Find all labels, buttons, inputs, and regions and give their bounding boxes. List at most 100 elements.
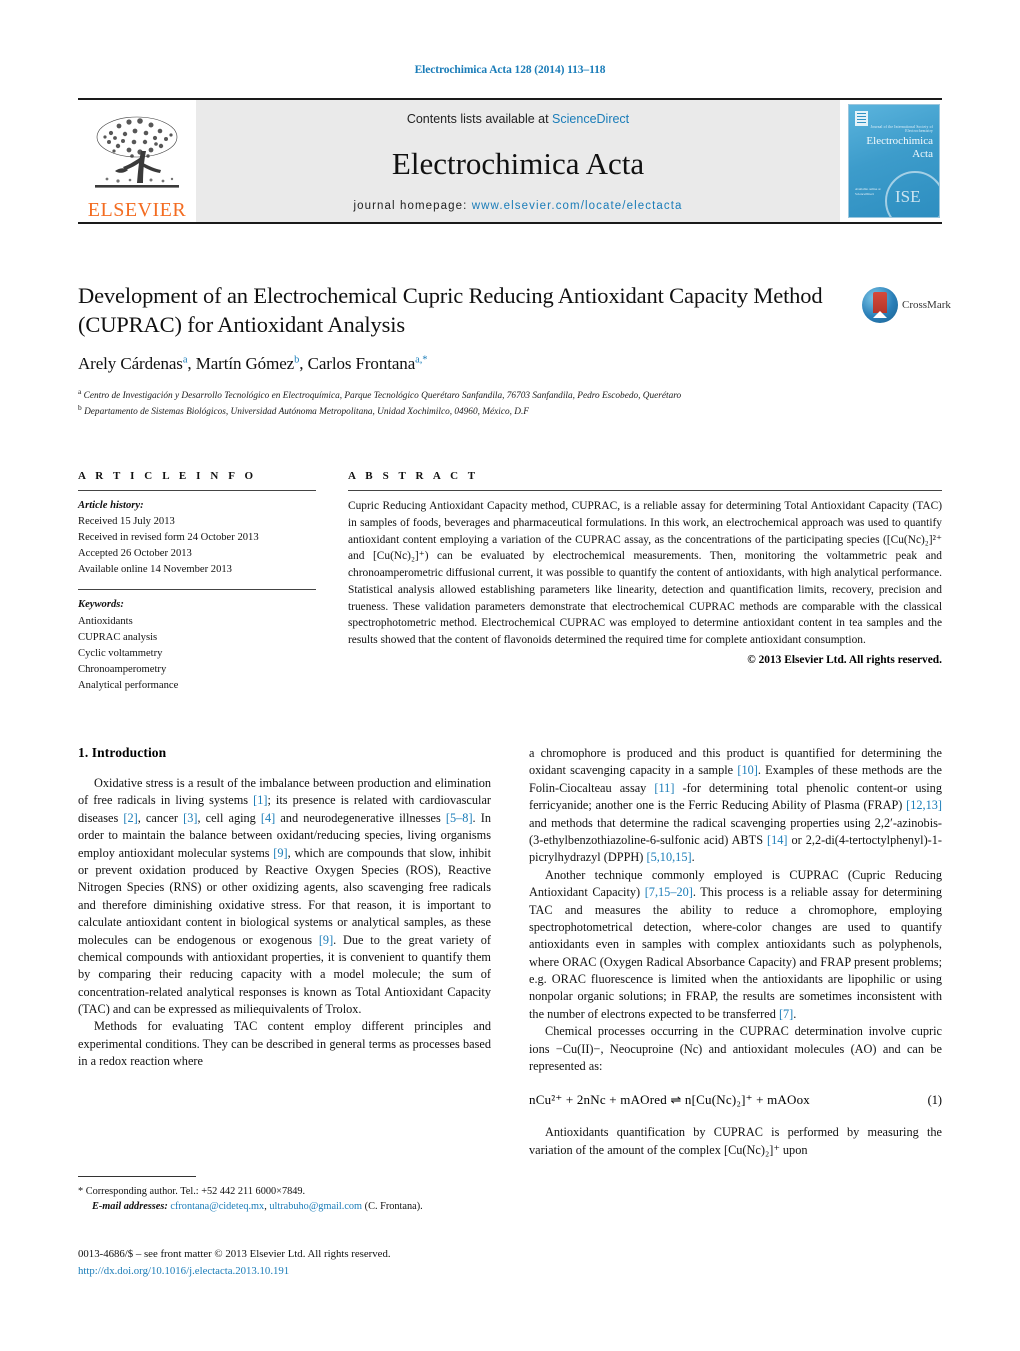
keyword-item: Antioxidants [78,615,133,627]
keyword-item: CUPRAC analysis [78,631,158,643]
doi-link[interactable]: http://dx.doi.org/10.1016/j.electacta.20… [78,1263,548,1280]
citation-ref[interactable]: [2] [123,811,137,825]
cover-title-line1: Electrochimica [866,135,933,147]
citation-ref[interactable]: [7] [779,1007,793,1021]
title-block: Development of an Electrochemical Cupric… [78,282,848,420]
paragraph: a chromophore is produced and this produ… [529,746,942,865]
history-item: Received in revised form 24 October 2013 [78,532,259,544]
corresponding-author-footnote: * Corresponding author. Tel.: +52 442 21… [78,1176,491,1215]
journal-homepage-link[interactable]: www.elsevier.com/locate/electacta [472,200,683,212]
contents-prefix: Contents lists available at [406,112,553,126]
contents-list-line: Contents lists available at ScienceDirec… [407,112,629,126]
abstract-column: A B S T R A C T Cupric Reducing Antioxid… [316,470,942,694]
footnote-divider [78,1176,196,1177]
affiliation-mark: b [78,403,82,413]
author-separator: , [187,353,196,373]
citation-ref[interactable]: [11] [654,781,674,795]
citation-ref[interactable]: [7,15–20] [645,885,693,899]
author-name: Carlos Frontana [307,353,416,373]
keywords-label: Keywords: [78,599,124,611]
email-line: E-mail addresses: cfrontana@cideteq.mx, … [78,1199,491,1214]
affiliation-item: a Centro de Investigación y Desarrollo T… [78,387,848,404]
article-history-label: Article history: [78,500,144,511]
author-list: Arely Cárdenasa, Martín Gómezb, Carlos F… [78,354,848,374]
email-label: E-mail addresses: [92,1201,168,1213]
abstract-heading: A B S T R A C T [348,470,479,482]
journal-article-page: Electrochimica Acta 128 (2014) 113–118 E… [0,0,1020,1351]
article-body: 1. Introduction Oxidative stress is a re… [78,745,942,1159]
citation-ref[interactable]: [9] [319,933,333,947]
sciencedirect-link[interactable]: ScienceDirect [552,112,629,126]
citation-ref[interactable]: [12,13] [906,798,942,812]
abstract-copyright: © 2013 Elsevier Ltd. All rights reserved… [747,653,942,666]
journal-title: Electrochimica Acta [391,145,645,181]
equation-expression: nCu²⁺ + 2nNc + mAOred ⇌ n[Cu(Nc)₂]⁺ + mA… [529,1092,810,1108]
running-head: Electrochimica Acta 128 (2014) 113–118 [414,64,606,76]
citation-ref[interactable]: [3] [183,811,197,825]
keyword-item: Cyclic voltammetry [78,647,163,659]
journal-homepage-line: journal homepage: www.elsevier.com/locat… [353,200,682,212]
keyword-item: Chronoamperometry [78,663,167,675]
citation-ref[interactable]: [10] [737,763,758,777]
elsevier-wordmark: ELSEVIER [87,199,187,221]
masthead-center: Contents lists available at ScienceDirec… [196,100,840,222]
info-abstract-panel: A R T I C L E I N F O Article history: R… [78,470,942,694]
cover-journal-title: Electrochimica Acta [866,135,933,160]
citation-ref[interactable]: [4] [261,811,275,825]
page-footer: 0013-4686/$ – see front matter © 2013 El… [78,1246,548,1279]
body-column-left: 1. Introduction Oxidative stress is a re… [78,745,491,1159]
history-item: Accepted 26 October 2013 [78,548,192,560]
affiliation-text: Departamento de Sistemas Biológicos, Uni… [84,407,529,418]
equation-number: (1) [927,1093,942,1108]
paragraph: Methods for evaluating TAC content emplo… [78,1019,491,1069]
author-item: Martín Gómezb [196,354,300,373]
keyword-item: Analytical performance [78,679,179,691]
citation-ref[interactable]: [1] [253,793,267,807]
elsevier-tree-icon [95,116,179,188]
author-item: Carlos Frontanaa,* [308,354,428,373]
history-item: Received 15 July 2013 [78,516,175,528]
divider [78,490,316,491]
article-info-column: A R T I C L E I N F O Article history: R… [78,470,316,694]
history-item: Available online 14 November 2013 [78,564,232,576]
footnote-body: * Corresponding author. Tel.: +52 442 21… [78,1184,491,1215]
email-suffix: (C. Frontana). [364,1201,423,1213]
paragraph: Oxidative stress is a result of the imba… [78,776,491,1017]
author-separator: , [299,353,308,373]
author-affil-mark[interactable]: a,* [415,354,427,365]
page-title: Development of an Electrochemical Cupric… [78,283,823,337]
article-info-heading: A R T I C L E I N F O [78,470,257,482]
journal-cover-thumbnail[interactable]: Journal of the International Society of … [846,100,942,222]
ise-seal-icon [885,171,939,217]
paragraph: Antioxidants quantification by CUPRAC is… [529,1125,942,1157]
paragraph: Another technique commonly employed is C… [529,867,942,1021]
email-link-primary[interactable]: cfrontana@cideteq.mx [170,1201,264,1212]
citation-ref[interactable]: [14] [767,833,788,847]
crossmark-badge-group[interactable]: CrossMark [862,285,958,325]
elsevier-logo: ELSEVIER [78,100,196,222]
body-column-right: a chromophore is produced and this produ… [529,745,942,1159]
paragraph: Chemical processes occurring in the CUPR… [529,1024,942,1074]
cover-subtitle: Journal of the International Society of … [870,125,933,133]
corresponding-author-line: * Corresponding author. Tel.: +52 442 21… [78,1186,306,1197]
citation-ref[interactable]: [5,10,15] [646,850,691,864]
divider [78,589,316,591]
citation-ref[interactable]: [9] [273,846,287,860]
author-item: Arely Cárdenasa [78,354,187,373]
email-link-secondary[interactable]: ultrabuho@gmail.com [269,1201,362,1212]
cover-elsevier-icon [855,111,868,126]
keywords-block: Keywords: Antioxidants CUPRAC analysis C… [78,597,316,694]
affiliation-item: b Departamento de Sistemas Biológicos, U… [78,403,848,420]
cover-image: Journal of the International Society of … [848,104,940,218]
article-history-block: Article history: Received 15 July 2013 R… [78,498,316,578]
section-heading-introduction: 1. Introduction [78,745,167,760]
citation-ref[interactable]: [5–8] [446,811,473,825]
author-name: Arely Cárdenas [78,353,183,373]
equation-1: nCu²⁺ + 2nNc + mAOred ⇌ n[Cu(Nc)₂]⁺ + mA… [529,1092,942,1108]
affiliation-mark: a [78,386,82,396]
author-name: Martín Gómez [195,353,295,373]
crossmark-icon [862,287,898,323]
cover-title-line2: Acta [912,147,933,160]
affiliation-text: Centro de Investigación y Desarrollo Tec… [83,390,682,401]
